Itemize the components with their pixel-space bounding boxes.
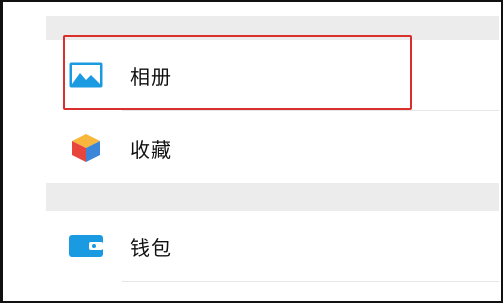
section-gap xyxy=(46,16,499,40)
menu-item-album[interactable]: 相册 xyxy=(46,40,499,110)
divider xyxy=(122,110,499,111)
section-gap xyxy=(46,183,499,211)
menu-item-label: 钱包 xyxy=(130,235,172,260)
menu-item-wallet[interactable]: 钱包 xyxy=(46,211,499,281)
divider xyxy=(122,281,499,282)
photo-album-icon xyxy=(68,60,104,90)
menu-item-favorites[interactable]: 收藏 xyxy=(46,113,499,183)
menu-item-label: 收藏 xyxy=(130,137,172,162)
wallet-icon xyxy=(68,231,104,261)
cropped-text-fragment xyxy=(50,0,160,6)
favorites-cube-icon xyxy=(68,133,104,163)
menu-item-label: 相册 xyxy=(130,64,172,89)
